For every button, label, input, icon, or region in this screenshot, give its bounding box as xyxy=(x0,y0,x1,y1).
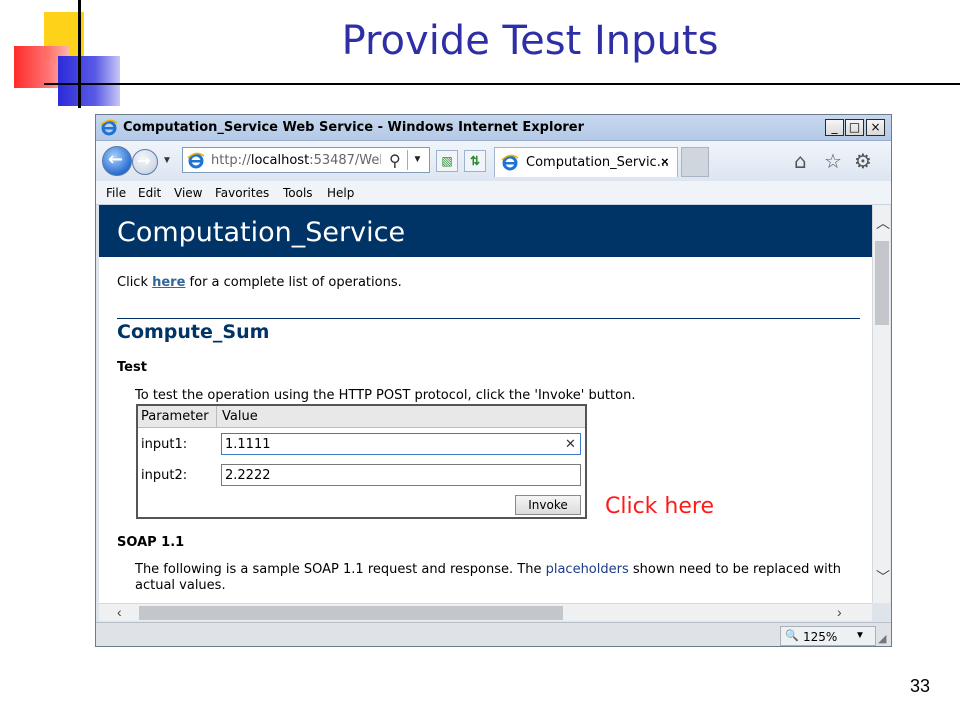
parameter-table: Parameter Value input1: ✕ input2: Invoke xyxy=(136,404,587,519)
tab-close-icon[interactable]: × xyxy=(661,154,669,169)
forward-arrow-icon: → xyxy=(137,151,151,170)
test-description: To test the operation using the HTTP POS… xyxy=(135,388,636,403)
zoom-level: 125% xyxy=(803,630,838,644)
operations-list-link[interactable]: here xyxy=(152,275,185,290)
soap-description: The following is a sample SOAP 1.1 reque… xyxy=(135,562,865,594)
soap-heading: SOAP 1.1 xyxy=(117,535,185,550)
clear-input-icon[interactable]: ✕ xyxy=(565,436,576,452)
input2-label: input2: xyxy=(141,468,188,483)
menu-tools[interactable]: Tools xyxy=(283,186,313,200)
page-header-band: Computation_Service xyxy=(99,205,872,257)
address-bar[interactable]: http://localhost:53487/Web_ ⚲ ▼ xyxy=(182,147,430,173)
column-divider xyxy=(216,406,217,428)
input1-label: input1: xyxy=(141,437,188,452)
menu-edit[interactable]: Edit xyxy=(138,186,161,200)
zoom-dropdown-icon[interactable]: ▼ xyxy=(855,630,865,641)
vertical-scrollbar[interactable]: ︿ ﹀ xyxy=(872,205,890,603)
section-divider xyxy=(117,318,860,319)
horizontal-scroll-thumb[interactable] xyxy=(139,606,563,620)
navigation-bar: ← → ▼ http://localhost:53487/Web_ ⚲ ▼ ▧ … xyxy=(96,141,891,181)
window-titlebar: Computation_Service Web Service - Window… xyxy=(96,115,891,141)
service-heading: Computation_Service xyxy=(117,217,406,248)
intro-text: Click here for a complete list of operat… xyxy=(117,275,402,290)
star-icon[interactable]: ☆ xyxy=(824,149,842,173)
ie-page-icon xyxy=(187,152,205,169)
slide-title: Provide Test Inputs xyxy=(341,18,719,64)
operation-heading: Compute_Sum xyxy=(117,321,270,343)
close-window-button[interactable]: × xyxy=(866,119,885,136)
zoom-icon: 🔍 xyxy=(785,630,799,642)
tab-label: Computation_Servic... xyxy=(526,155,670,170)
scroll-right-icon[interactable]: › xyxy=(837,604,842,620)
compatibility-view-button[interactable]: ▧ xyxy=(436,150,458,172)
scroll-down-icon[interactable]: ﹀ xyxy=(876,567,890,587)
browser-window: Computation_Service Web Service - Window… xyxy=(95,114,892,647)
back-arrow-icon: ← xyxy=(108,149,124,170)
ie-logo-icon xyxy=(100,119,118,136)
menu-favorites[interactable]: Favorites xyxy=(215,186,269,200)
url-rest: :53487/Web_ xyxy=(309,153,381,168)
page-viewport: Computation_Service Click here for a com… xyxy=(99,205,872,603)
url-host: localhost xyxy=(250,153,310,168)
placeholders-link[interactable]: placeholders xyxy=(546,562,629,577)
url-scheme: http:// xyxy=(211,153,251,168)
column-header-parameter: Parameter xyxy=(141,409,209,424)
intro-prefix: Click xyxy=(117,275,153,290)
tab-computation-service[interactable]: Computation_Servic... × xyxy=(494,147,678,177)
soap-desc-prefix: The following is a sample SOAP 1.1 reque… xyxy=(135,562,546,577)
menu-file[interactable]: File xyxy=(106,186,126,200)
scroll-up-icon[interactable]: ︿ xyxy=(876,213,890,233)
search-icon[interactable]: ⚲ xyxy=(389,151,401,171)
horizontal-scrollbar[interactable]: ‹ › xyxy=(99,603,872,621)
invoke-button[interactable]: Invoke xyxy=(515,495,581,515)
scroll-left-icon[interactable]: ‹ xyxy=(117,604,122,620)
minimize-button[interactable]: _ xyxy=(825,119,844,136)
status-bar: 🔍 125% ▼ ◢ xyxy=(96,622,891,646)
menu-help[interactable]: Help xyxy=(327,186,354,200)
resize-grip-icon[interactable]: ◢ xyxy=(878,632,886,645)
refresh-button[interactable]: ⇅ xyxy=(464,150,486,172)
window-title: Computation_Service Web Service - Window… xyxy=(123,120,585,135)
new-tab-button[interactable] xyxy=(681,147,709,177)
click-here-annotation: Click here xyxy=(605,494,714,519)
decor-horizontal-line xyxy=(44,83,960,85)
test-heading: Test xyxy=(117,360,147,375)
menu-bar: File Edit View Favorites Tools Help xyxy=(96,181,891,205)
ie-tab-icon xyxy=(501,154,519,171)
address-url[interactable]: http://localhost:53487/Web_ xyxy=(211,153,381,168)
home-icon[interactable]: ⌂ xyxy=(794,149,807,173)
history-dropdown-icon[interactable]: ▼ xyxy=(162,155,172,166)
gear-icon[interactable]: ⚙ xyxy=(854,149,872,173)
back-button[interactable]: ← xyxy=(102,146,132,176)
vertical-scroll-thumb[interactable] xyxy=(875,241,889,325)
menu-view[interactable]: View xyxy=(174,186,202,200)
slide-number: 33 xyxy=(909,676,930,696)
intro-suffix: for a complete list of operations. xyxy=(185,275,402,290)
zoom-control[interactable]: 🔍 125% ▼ xyxy=(780,626,876,646)
address-dropdown-icon[interactable]: ▼ xyxy=(407,150,427,170)
maximize-button[interactable]: □ xyxy=(845,119,864,136)
parameter-table-header: Parameter Value xyxy=(138,406,585,428)
input1-field[interactable] xyxy=(221,433,581,455)
column-header-value: Value xyxy=(222,409,258,424)
input2-field[interactable] xyxy=(221,464,581,486)
forward-button[interactable]: → xyxy=(132,149,158,175)
